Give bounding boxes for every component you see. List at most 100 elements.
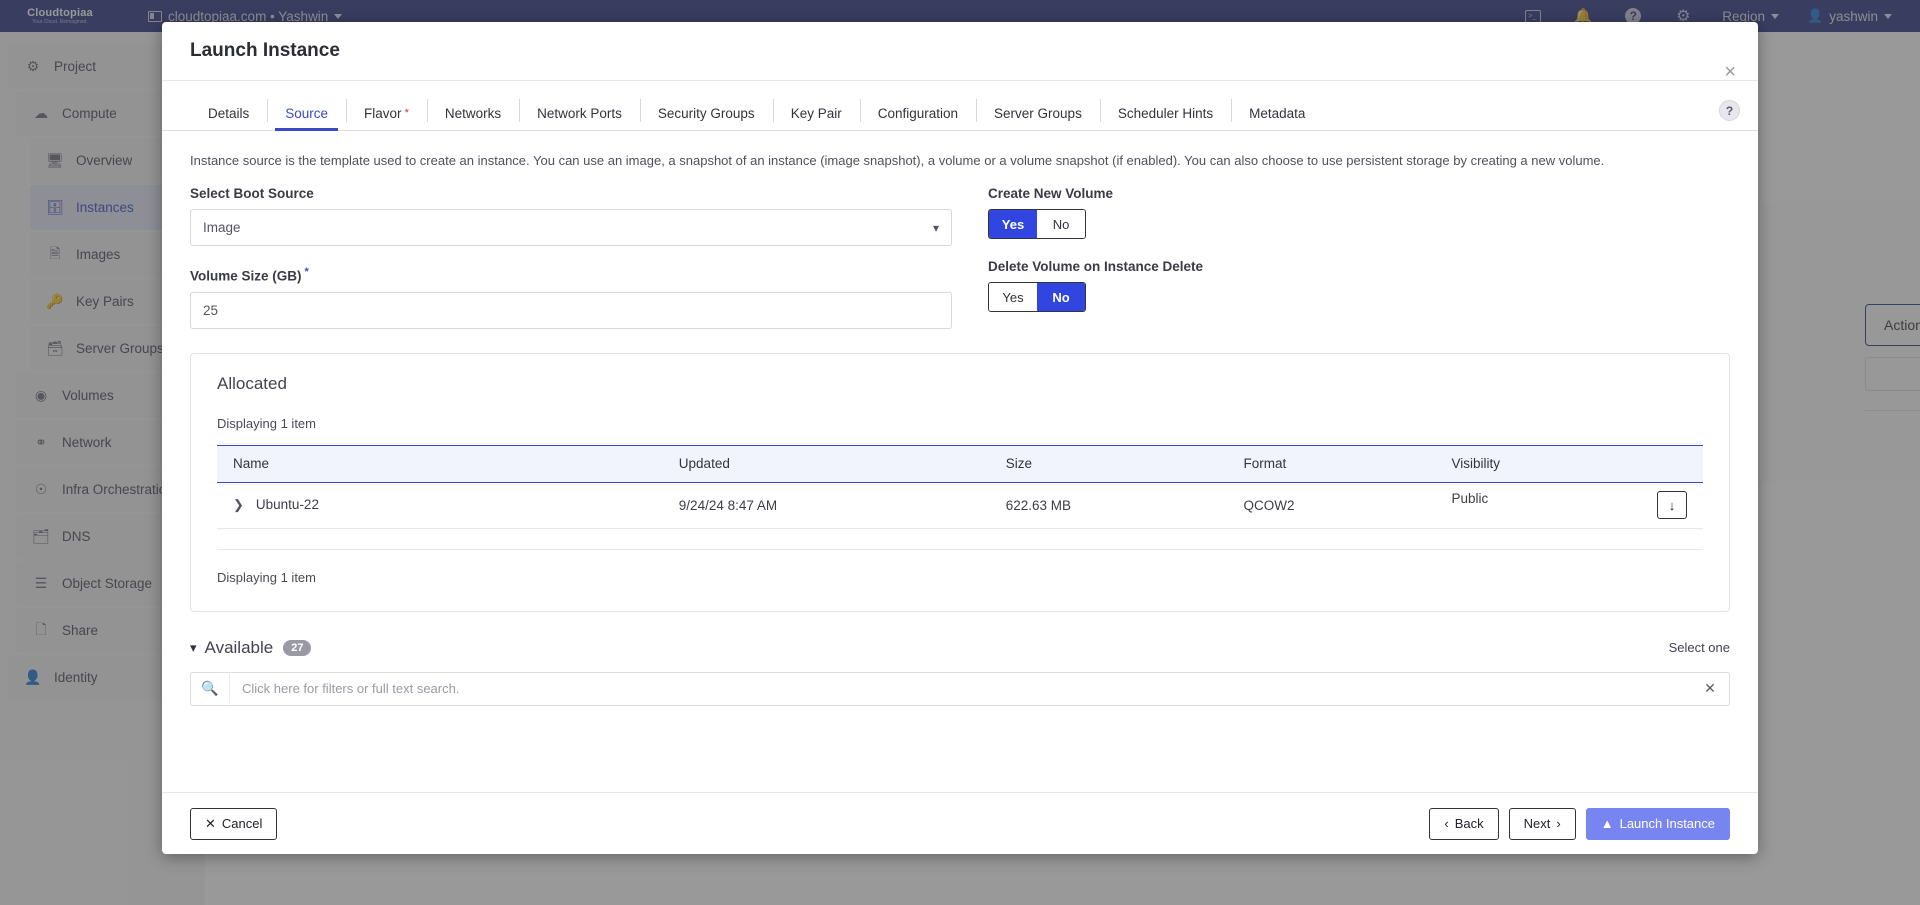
allocated-table: Name Updated Size Format Visibility ❯ Ubu… <box>217 445 1703 529</box>
cell-updated: 9/24/24 8:47 AM <box>663 483 990 529</box>
chevron-right-icon[interactable]: ❯ <box>233 497 244 513</box>
volume-size-label-text: Volume Size (GB) <box>190 269 302 284</box>
tab-metadata[interactable]: Metadata <box>1231 96 1323 130</box>
chevron-left-icon: ‹ <box>1444 816 1448 831</box>
close-icon: ✕ <box>205 816 216 832</box>
tab-source[interactable]: Source <box>267 96 346 130</box>
allocated-count-top: Displaying 1 item <box>217 416 1703 431</box>
select-one-hint: Select one <box>1669 640 1730 655</box>
back-label: Back <box>1455 816 1484 831</box>
boot-source-select[interactable]: Image ▾ <box>190 209 952 246</box>
available-title: Available <box>205 638 274 658</box>
tab-label: Network Ports <box>537 106 622 121</box>
search-icon: 🔍 <box>191 680 229 697</box>
close-icon[interactable]: × <box>1724 62 1736 82</box>
create-new-volume-toggle[interactable]: Yes No <box>988 209 1086 239</box>
rocket-icon: ▲ <box>1601 816 1614 831</box>
boot-source-label: Select Boot Source <box>190 186 952 201</box>
table-row[interactable]: ❯ Ubuntu-22 9/24/24 8:47 AM 622.63 MB QCO… <box>217 483 1703 529</box>
tab-label: Flavor <box>364 106 402 121</box>
table-body: ❯ Ubuntu-22 9/24/24 8:47 AM 622.63 MB QCO… <box>217 483 1703 529</box>
volume-size-value: 25 <box>203 303 218 318</box>
chevron-right-icon: › <box>1556 816 1560 831</box>
source-description: Instance source is the template used to … <box>190 153 1730 168</box>
tab-security-groups[interactable]: Security Groups <box>640 96 773 130</box>
tab-configuration[interactable]: Configuration <box>860 96 976 130</box>
available-header[interactable]: ▾ Available 27 Select one <box>190 638 1730 658</box>
cell-format: QCOW2 <box>1227 483 1435 529</box>
cell-visibility: Public ↓ <box>1435 483 1703 529</box>
chevron-down-icon: ▾ <box>933 221 939 235</box>
close-icon[interactable]: ✕ <box>1691 680 1729 697</box>
chevron-down-icon[interactable]: ▾ <box>190 640 197 656</box>
allocated-panel: Allocated Displaying 1 item Name Updated… <box>190 353 1730 612</box>
tab-flavor[interactable]: Flavor* <box>346 96 427 130</box>
source-form: Select Boot Source Image ▾ Volume Size (… <box>190 186 1730 329</box>
required-asterisk: * <box>305 266 309 278</box>
create-new-volume-field: Create New Volume Yes No <box>988 186 1730 239</box>
cancel-button[interactable]: ✕ Cancel <box>190 808 277 840</box>
tab-label: Configuration <box>878 106 958 121</box>
delete-volume-label: Delete Volume on Instance Delete <box>988 259 1730 274</box>
modal-header: Launch Instance × <box>162 22 1758 81</box>
down-arrow-icon[interactable]: ↓ <box>1657 491 1687 519</box>
boot-source-value: Image <box>203 220 241 235</box>
delete-volume-toggle[interactable]: Yes No <box>988 282 1086 312</box>
volume-size-field: Volume Size (GB)* 25 <box>190 266 952 329</box>
available-count-badge: 27 <box>283 640 311 656</box>
column-header-format[interactable]: Format <box>1227 445 1435 483</box>
column-header-size[interactable]: Size <box>990 445 1228 483</box>
modal-footer: ✕ Cancel ‹ Back Next › ▲ Launch Instance <box>162 792 1758 854</box>
tab-networks[interactable]: Networks <box>427 96 519 130</box>
tab-label: Scheduler Hints <box>1118 106 1213 121</box>
tab-key-pair[interactable]: Key Pair <box>773 96 860 130</box>
tab-label: Server Groups <box>994 106 1082 121</box>
delete-volume-no[interactable]: No <box>1037 283 1085 311</box>
tab-label: Metadata <box>1249 106 1305 121</box>
launch-label: Launch Instance <box>1620 816 1715 831</box>
next-label: Next <box>1524 816 1551 831</box>
tab-label: Networks <box>445 106 501 121</box>
delete-volume-field: Delete Volume on Instance Delete Yes No <box>988 259 1730 312</box>
required-asterisk: * <box>405 107 409 119</box>
tab-label: Source <box>285 106 328 121</box>
form-right-column: Create New Volume Yes No Delete Volume o… <box>988 186 1730 329</box>
page-title: Launch Instance <box>190 40 340 62</box>
cell-size: 622.63 MB <box>990 483 1228 529</box>
back-button[interactable]: ‹ Back <box>1429 808 1498 840</box>
launch-instance-modal: Launch Instance × ? Details Source Flavo… <box>162 22 1758 854</box>
search-input[interactable]: Click here for filters or full text sear… <box>229 672 1691 706</box>
available-search-bar[interactable]: 🔍 Click here for filters or full text se… <box>190 672 1730 706</box>
image-name: Ubuntu-22 <box>256 497 319 512</box>
form-left-column: Select Boot Source Image ▾ Volume Size (… <box>190 186 952 329</box>
create-new-volume-no[interactable]: No <box>1037 210 1085 238</box>
modal-body: Instance source is the template used to … <box>162 131 1758 792</box>
modal-tabs: Details Source Flavor* Networks Network … <box>162 95 1758 131</box>
visibility-value: Public <box>1451 491 1488 506</box>
create-new-volume-yes[interactable]: Yes <box>989 210 1037 238</box>
tab-server-groups[interactable]: Server Groups <box>976 96 1100 130</box>
cancel-label: Cancel <box>222 816 262 831</box>
page-root: Cloudtopiaa Your Cloud. Reimagined. clou… <box>0 0 1920 905</box>
tab-label: Details <box>208 106 249 121</box>
tab-scheduler-hints[interactable]: Scheduler Hints <box>1100 96 1231 130</box>
delete-volume-yes[interactable]: Yes <box>989 283 1037 311</box>
tab-network-ports[interactable]: Network Ports <box>519 96 640 130</box>
cell-name: ❯ Ubuntu-22 <box>217 483 663 529</box>
column-header-updated[interactable]: Updated <box>663 445 990 483</box>
tab-details[interactable]: Details <box>190 96 267 130</box>
launch-instance-button[interactable]: ▲ Launch Instance <box>1586 808 1730 840</box>
allocated-count-bottom: Displaying 1 item <box>217 549 1703 585</box>
next-button[interactable]: Next › <box>1509 808 1576 840</box>
allocated-title: Allocated <box>217 374 1703 394</box>
volume-size-label: Volume Size (GB)* <box>190 266 952 284</box>
boot-source-field: Select Boot Source Image ▾ <box>190 186 952 246</box>
table-header-row: Name Updated Size Format Visibility <box>217 445 1703 483</box>
tab-label: Security Groups <box>658 106 755 121</box>
column-header-visibility[interactable]: Visibility <box>1435 445 1703 483</box>
tab-label: Key Pair <box>791 106 842 121</box>
column-header-name[interactable]: Name <box>217 445 663 483</box>
table-header: Name Updated Size Format Visibility <box>217 445 1703 483</box>
volume-size-input[interactable]: 25 <box>190 292 952 329</box>
create-new-volume-label: Create New Volume <box>988 186 1730 201</box>
